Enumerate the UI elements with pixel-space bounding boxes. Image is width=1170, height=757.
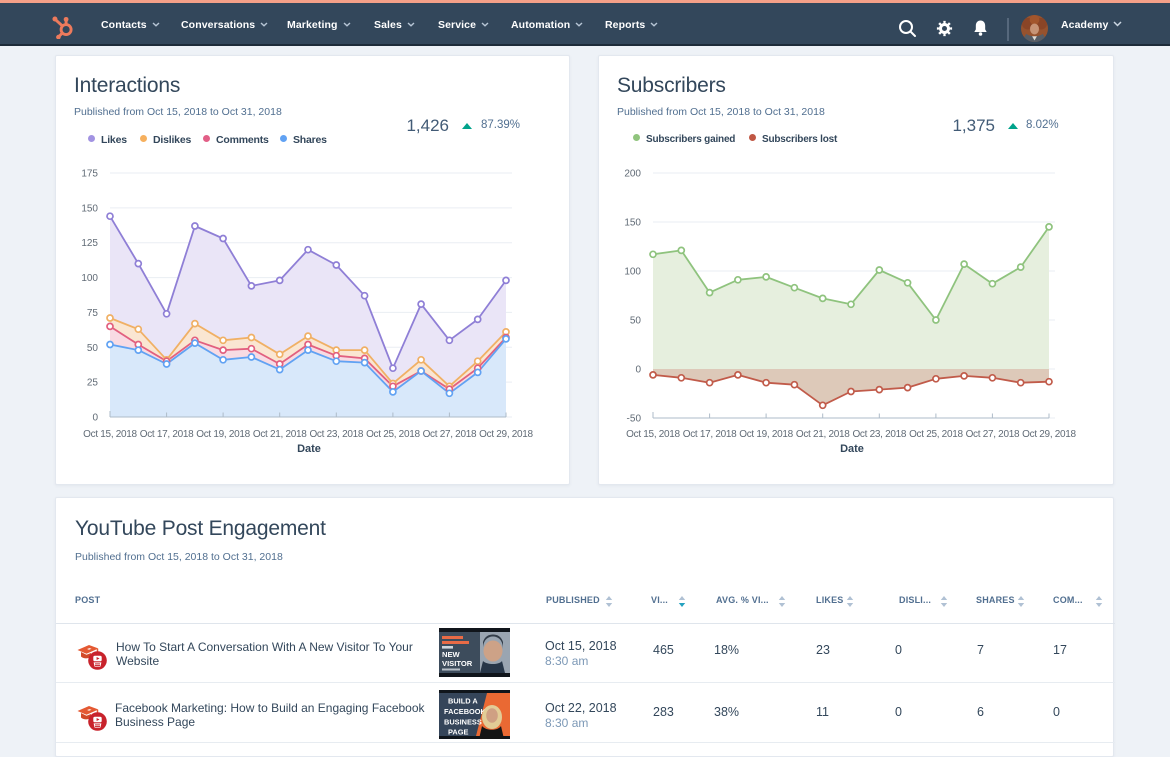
svg-text:Date: Date (297, 443, 321, 455)
svg-text:175: 175 (81, 169, 98, 180)
svg-text:Oct 21, 2018: Oct 21, 2018 (253, 429, 307, 440)
svg-text:Oct 29, 2018: Oct 29, 2018 (479, 429, 533, 440)
svg-text:75: 75 (87, 308, 99, 319)
svg-text:PAGE: PAGE (448, 728, 468, 737)
svg-text:Oct 23, 2018: Oct 23, 2018 (309, 429, 363, 440)
svg-text:Date: Date (840, 443, 864, 455)
svg-text:Oct 25, 2018: Oct 25, 2018 (366, 429, 420, 440)
svg-text:VISITOR: VISITOR (442, 659, 473, 668)
svg-text:Oct 23, 2018: Oct 23, 2018 (852, 429, 906, 440)
svg-text:Oct 27, 2018: Oct 27, 2018 (966, 429, 1020, 440)
svg-text:Oct 27, 2018: Oct 27, 2018 (423, 429, 477, 440)
svg-text:Oct 25, 2018: Oct 25, 2018 (909, 429, 963, 440)
svg-text:-50: -50 (627, 414, 642, 425)
svg-text:50: 50 (87, 343, 99, 354)
svg-text:0: 0 (92, 413, 98, 424)
svg-text:Oct 15, 2018: Oct 15, 2018 (626, 429, 680, 440)
svg-text:FACEBOOK: FACEBOOK (444, 707, 487, 716)
svg-text:Oct 29, 2018: Oct 29, 2018 (1022, 429, 1076, 440)
svg-text:200: 200 (624, 169, 641, 180)
svg-text:Oct 15, 2018: Oct 15, 2018 (83, 429, 137, 440)
svg-text:0: 0 (635, 365, 641, 376)
svg-text:50: 50 (630, 316, 642, 327)
svg-text:Oct 17, 2018: Oct 17, 2018 (683, 429, 737, 440)
svg-text:150: 150 (81, 203, 98, 214)
svg-text:Oct 19, 2018: Oct 19, 2018 (196, 429, 250, 440)
svg-text:125: 125 (81, 238, 98, 249)
svg-text:Oct 21, 2018: Oct 21, 2018 (796, 429, 850, 440)
svg-text:100: 100 (81, 273, 98, 284)
svg-text:150: 150 (624, 218, 641, 229)
svg-text:25: 25 (87, 378, 99, 389)
svg-text:BUILD A: BUILD A (448, 697, 478, 706)
svg-text:BUSINESS: BUSINESS (444, 718, 482, 727)
svg-text:Oct 17, 2018: Oct 17, 2018 (140, 429, 194, 440)
svg-text:Oct 19, 2018: Oct 19, 2018 (739, 429, 793, 440)
svg-text:100: 100 (624, 267, 641, 278)
